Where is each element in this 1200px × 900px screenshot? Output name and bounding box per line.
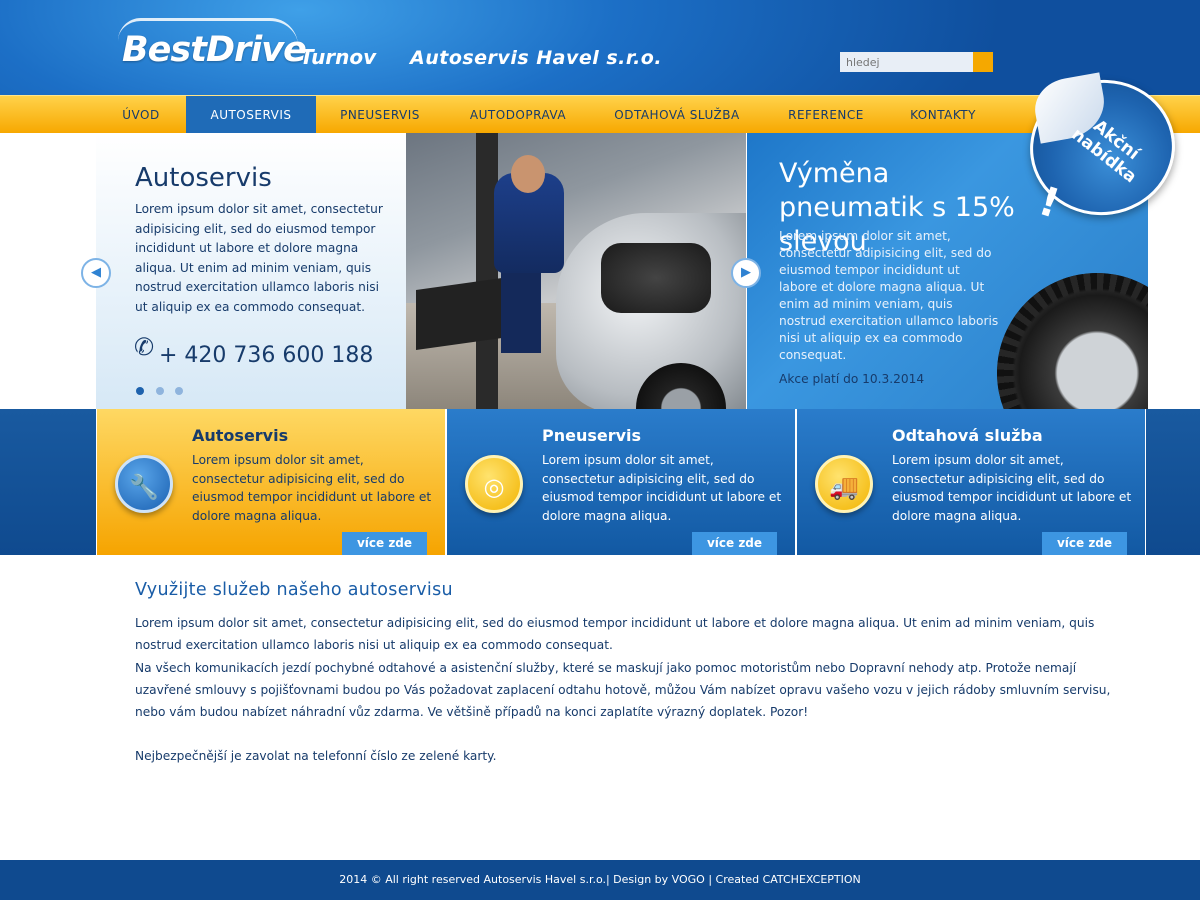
- tow-truck-icon: 🚚: [815, 455, 873, 513]
- main-nav: ÚVOD AUTOSERVIS PNEUSERVIS AUTODOPRAVA O…: [0, 95, 1200, 134]
- footer-created-by[interactable]: CATCHEXCEPTION: [763, 873, 861, 886]
- page: { "header": { "logo_brand": "BestDrive",…: [0, 0, 1200, 900]
- more-button[interactable]: více zde: [692, 532, 777, 555]
- search-input[interactable]: [840, 52, 973, 72]
- footer-design-by[interactable]: VOGO: [672, 873, 705, 886]
- logo-brand[interactable]: BestDrive: [122, 30, 307, 70]
- service-text: Lorem ipsum dolor sit amet, consectetur …: [192, 453, 432, 523]
- promo-text: Lorem ipsum dolor sit amet, consectetur …: [779, 229, 999, 362]
- slide-text-panel: Autoservis Lorem ipsum dolor sit amet, c…: [96, 133, 406, 409]
- footer-company: Autoservis Havel s.r.o.: [483, 873, 606, 886]
- footer-copyright: 2014 © All right reserved: [339, 873, 481, 886]
- nav-item-pneuservis[interactable]: PNEUSERVIS: [316, 96, 444, 134]
- photo-mechanic-legs: [501, 263, 541, 353]
- nav-item-autodoprava[interactable]: AUTODOPRAVA: [444, 96, 592, 134]
- service-card-odtahova-sluzba: 🚚 Odtahová služba Lorem ipsum dolor sit …: [796, 409, 1146, 555]
- phone-number[interactable]: + 420 736 600 188: [159, 343, 373, 368]
- wrench-car-icon: 🔧: [115, 455, 173, 513]
- nav-item-reference[interactable]: REFERENCE: [762, 96, 890, 134]
- main-paragraph-2: Na všech komunikacích jezdí pochybné odt…: [135, 660, 1111, 720]
- nav-item-autoservis[interactable]: AUTOSERVIS: [186, 96, 316, 134]
- promo-valid-until: Akce platí do 10.3.2014: [779, 372, 925, 386]
- slider-dot-1[interactable]: [136, 387, 144, 395]
- tire-tread: [997, 273, 1148, 409]
- slider-dot-3[interactable]: [175, 387, 183, 395]
- slide-text: Lorem ipsum dolor sit amet, consectetur …: [135, 202, 383, 314]
- main-paragraph-1: Lorem ipsum dolor sit amet, consectetur …: [135, 616, 1095, 653]
- service-text: Lorem ipsum dolor sit amet, consectetur …: [542, 453, 782, 523]
- more-button[interactable]: více zde: [1042, 532, 1127, 555]
- service-title: Odtahová služba: [892, 426, 1043, 445]
- search-button[interactable]: [973, 52, 993, 72]
- photo-mechanic-head: [511, 155, 545, 193]
- slide-title: Autoservis: [135, 163, 272, 193]
- slider-next-arrow-icon[interactable]: ▶: [731, 258, 761, 288]
- header: BestDrive Turnov Autoservis Havel s.r.o.: [0, 0, 1200, 95]
- main-paragraph-3: Nejbezpečnější je zavolat na telefonní č…: [135, 749, 497, 764]
- tire-icon: ◎: [465, 455, 523, 513]
- hero-slider: Autoservis Lorem ipsum dolor sit amet, c…: [96, 133, 1148, 409]
- more-button[interactable]: více zde: [342, 532, 427, 555]
- nav-item-odtahova-sluzba[interactable]: ODTAHOVÁ SLUŽBA: [592, 96, 762, 134]
- nav-item-uvod[interactable]: ÚVOD: [96, 96, 186, 134]
- footer-design-label: | Design by: [605, 873, 669, 886]
- service-title: Autoservis: [192, 426, 289, 445]
- mechanic-photo: [406, 133, 746, 409]
- slider-dot-2[interactable]: [156, 387, 164, 395]
- logo-city: Turnov: [300, 45, 377, 69]
- service-title: Pneuservis: [542, 426, 642, 445]
- service-card-autoservis: 🔧 Autoservis Lorem ipsum dolor sit amet,…: [96, 409, 446, 555]
- company-name: Autoservis Havel s.r.o.: [410, 47, 663, 69]
- slider-prev-arrow-icon[interactable]: ◀: [81, 258, 111, 288]
- footer-created-label: | Created: [708, 873, 760, 886]
- photo-lift-pillar: [476, 133, 498, 409]
- phone-icon: ✆: [134, 333, 155, 361]
- service-text: Lorem ipsum dolor sit amet, consectetur …: [892, 453, 1132, 523]
- nav-item-kontakty[interactable]: KONTAKTY: [890, 96, 996, 134]
- photo-engine: [601, 243, 711, 313]
- main-title: Využijte služeb našeho autoservisu: [135, 580, 453, 600]
- services-strip: 🔧 Autoservis Lorem ipsum dolor sit amet,…: [0, 409, 1200, 555]
- main-content: Využijte služeb našeho autoservisu Lorem…: [135, 580, 1115, 768]
- footer: 2014 © All right reserved Autoservis Hav…: [0, 860, 1200, 900]
- service-card-pneuservis: ◎ Pneuservis Lorem ipsum dolor sit amet,…: [446, 409, 796, 555]
